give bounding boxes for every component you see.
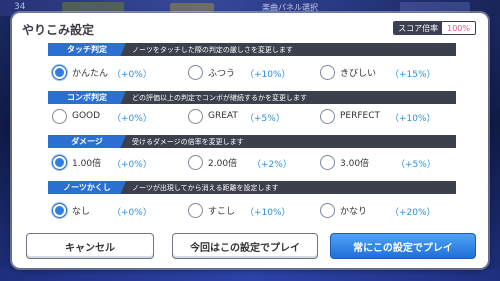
section-description: ノーツが出現してから消える距離を設定します — [132, 183, 279, 192]
option-bonus: （+2%） — [252, 160, 292, 170]
option-touch-strict[interactable]: きびしい — [320, 63, 376, 81]
option-bonus: （+5%） — [396, 160, 436, 170]
option-damage-2x[interactable]: 2.00倍 — [188, 153, 237, 171]
section-label: タッチ判定 — [48, 43, 126, 56]
option-label: かんたん — [72, 68, 109, 79]
radio-button[interactable] — [188, 202, 203, 218]
section-header-note-hide: ノーツかくし ノーツが出現してから消える距離を設定します — [48, 181, 456, 194]
radio-button[interactable] — [188, 64, 203, 80]
score-multiplier-box: スコア倍率 100% — [393, 21, 476, 35]
radio-button[interactable] — [52, 202, 67, 218]
option-label: 2.00倍 — [208, 158, 238, 169]
option-damage-3x[interactable]: 3.00倍 — [320, 153, 369, 171]
background-bottom-bar — [0, 269, 500, 281]
options-row-damage: 1.00倍 （+0%） 2.00倍 （+2%） 3.00倍 （+5%） — [12, 153, 488, 171]
section-label: ダメージ — [48, 135, 126, 148]
option-label: 1.00倍 — [72, 158, 102, 169]
radio-button[interactable] — [320, 202, 335, 218]
option-label: GOOD — [72, 111, 101, 121]
option-label: PERFECT — [340, 111, 381, 121]
section-description: 受けるダメージの倍率を変更します — [132, 137, 244, 146]
section-header-touch: タッチ判定 ノーツをタッチした際の判定の厳しさを変更します — [48, 43, 456, 56]
cancel-button[interactable]: キャンセル — [26, 233, 154, 259]
dialog-title: やりこみ設定 — [22, 23, 95, 37]
option-label: かなり — [340, 206, 368, 217]
option-label: ふつう — [208, 68, 236, 79]
option-hide-none[interactable]: なし — [52, 201, 90, 219]
option-bonus: （+5%） — [245, 114, 285, 124]
option-bonus: （+15%） — [390, 70, 436, 80]
option-bonus: （+0%） — [112, 70, 152, 80]
background-panel — [170, 3, 214, 12]
section-header-combo: コンボ判定 どの評価以上の判定でコンボが継続するかを変更します — [48, 91, 456, 104]
option-label: すこし — [208, 206, 236, 217]
option-label: 3.00倍 — [340, 158, 370, 169]
option-bonus: （+10%） — [245, 70, 291, 80]
option-touch-normal[interactable]: ふつう — [188, 63, 235, 81]
radio-button[interactable] — [320, 64, 335, 80]
section-description: ノーツをタッチした際の判定の厳しさを変更します — [132, 45, 293, 54]
option-hide-little[interactable]: すこし — [188, 201, 235, 219]
option-combo-good[interactable]: GOOD — [52, 107, 100, 125]
radio-button[interactable] — [320, 108, 335, 124]
option-combo-perfect[interactable]: PERFECT — [320, 107, 380, 125]
option-bonus: （+10%） — [390, 114, 436, 124]
yarikomi-settings-dialog: やりこみ設定 スコア倍率 100% タッチ判定 ノーツをタッチした際の判定の厳し… — [12, 13, 488, 268]
radio-button[interactable] — [320, 154, 335, 170]
option-label: GREAT — [208, 111, 238, 121]
options-row-touch: かんたん （+0%） ふつう （+10%） きびしい （+15%） — [12, 63, 488, 81]
option-bonus: （+0%） — [112, 114, 152, 124]
options-row-note-hide: なし （+0%） すこし （+10%） かなり （+20%） — [12, 201, 488, 219]
option-touch-easy[interactable]: かんたん — [52, 63, 108, 81]
option-bonus: （+20%） — [390, 208, 436, 218]
section-label: コンボ判定 — [48, 91, 126, 104]
option-bonus: （+0%） — [112, 160, 152, 170]
option-bonus: （+10%） — [245, 208, 291, 218]
play-always-button[interactable]: 常にこの設定でプレイ — [330, 233, 476, 259]
option-bonus: （+0%） — [112, 208, 152, 218]
radio-button[interactable] — [52, 108, 67, 124]
options-row-combo: GOOD （+0%） GREAT （+5%） PERFECT （+10%） — [12, 107, 488, 125]
radio-button[interactable] — [52, 154, 67, 170]
level-text: 34 — [14, 2, 26, 12]
section-description: どの評価以上の判定でコンボが継続するかを変更します — [132, 93, 307, 102]
background-panel — [400, 2, 470, 12]
score-multiplier-label: スコア倍率 — [394, 22, 443, 34]
radio-button[interactable] — [188, 154, 203, 170]
option-label: なし — [72, 206, 91, 217]
background-title: 楽曲パネル選択 — [262, 3, 318, 12]
section-header-damage: ダメージ 受けるダメージの倍率を変更します — [48, 135, 456, 148]
option-combo-great[interactable]: GREAT — [188, 107, 238, 125]
background-panel — [62, 2, 124, 12]
section-label: ノーツかくし — [48, 181, 126, 194]
radio-button[interactable] — [188, 108, 203, 124]
play-once-button[interactable]: 今回はこの設定でプレイ — [172, 233, 318, 259]
radio-button[interactable] — [52, 64, 67, 80]
option-hide-much[interactable]: かなり — [320, 201, 367, 219]
option-damage-1x[interactable]: 1.00倍 — [52, 153, 101, 171]
option-label: きびしい — [340, 68, 377, 79]
score-multiplier-value: 100% — [442, 22, 475, 34]
